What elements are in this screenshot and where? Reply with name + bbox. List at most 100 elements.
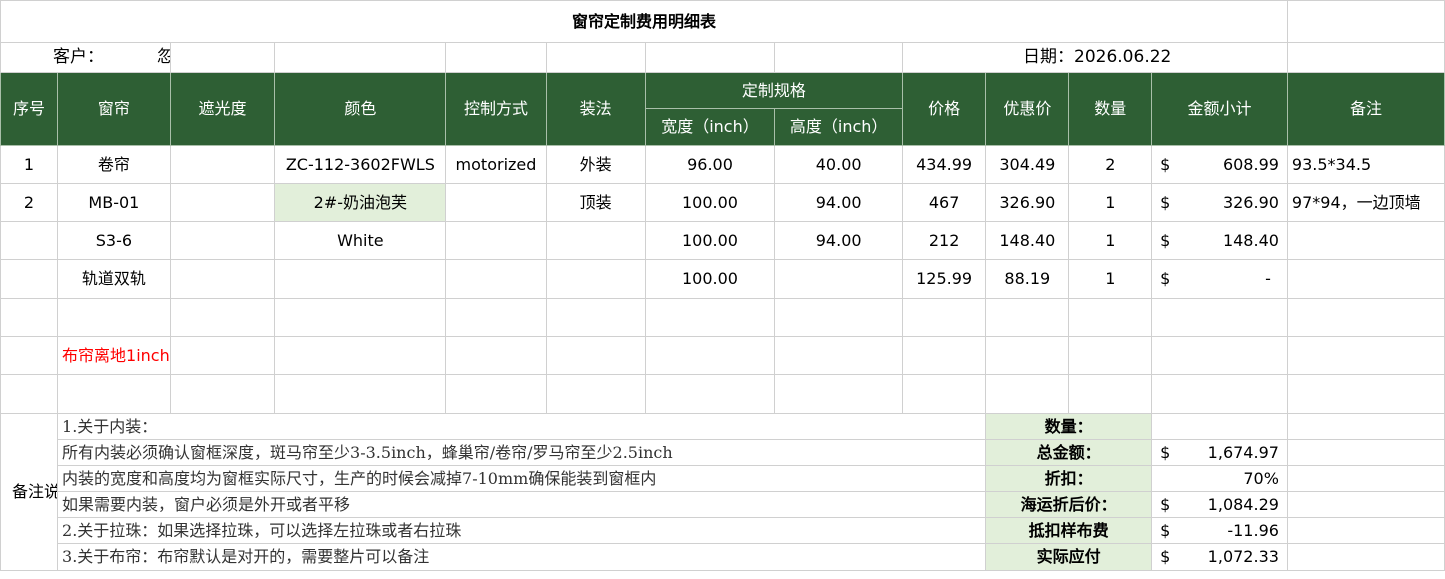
cell[interactable] bbox=[274, 298, 447, 337]
cell[interactable] bbox=[169, 42, 276, 73]
row-qty[interactable]: 1 bbox=[1068, 221, 1153, 260]
row-subtotal[interactable]: $148.40 bbox=[1151, 221, 1288, 260]
cell[interactable] bbox=[1151, 336, 1288, 375]
row-shading[interactable] bbox=[169, 221, 276, 260]
cell[interactable] bbox=[545, 336, 646, 375]
cell[interactable] bbox=[0, 374, 59, 414]
row-color[interactable]: ZC-112-3602FWLS bbox=[274, 145, 447, 184]
row-control[interactable]: motorized bbox=[445, 145, 547, 184]
cell[interactable] bbox=[902, 298, 987, 337]
row-discount-price[interactable]: 304.49 bbox=[985, 145, 1070, 184]
row-curtain[interactable]: S3-6 bbox=[57, 221, 171, 260]
header-discount-price[interactable]: 优惠价 bbox=[985, 72, 1070, 146]
row-seq[interactable]: 1 bbox=[0, 145, 59, 184]
row-shading[interactable] bbox=[169, 145, 276, 184]
row-subtotal[interactable]: $ - bbox=[1151, 259, 1288, 299]
cell[interactable] bbox=[1068, 336, 1153, 375]
cell[interactable] bbox=[545, 374, 646, 414]
cell[interactable] bbox=[1286, 336, 1445, 375]
row-remark[interactable] bbox=[1286, 259, 1445, 299]
summary-label-shipping-discounted[interactable]: 海运折后价： bbox=[985, 491, 1153, 518]
row-seq[interactable] bbox=[0, 259, 59, 299]
row-width[interactable]: 96.00 bbox=[644, 145, 776, 184]
cell[interactable] bbox=[0, 336, 59, 375]
header-shading[interactable]: 遮光度 bbox=[169, 72, 276, 146]
cell[interactable] bbox=[1068, 374, 1153, 414]
cell[interactable] bbox=[169, 298, 276, 337]
summary-label-total[interactable]: 总金额： bbox=[985, 439, 1153, 466]
header-price[interactable]: 价格 bbox=[902, 72, 987, 146]
cell[interactable] bbox=[169, 336, 276, 375]
row-remark[interactable] bbox=[1286, 221, 1445, 260]
cell[interactable] bbox=[1068, 298, 1153, 337]
cell[interactable] bbox=[545, 298, 646, 337]
row-color[interactable]: White bbox=[274, 221, 447, 260]
cell[interactable] bbox=[1151, 298, 1288, 337]
cell[interactable] bbox=[902, 374, 987, 414]
header-curtain[interactable]: 窗帘 bbox=[57, 72, 171, 146]
header-seq[interactable]: 序号 bbox=[0, 72, 59, 146]
cell[interactable] bbox=[57, 374, 171, 414]
header-qty[interactable]: 数量 bbox=[1068, 72, 1153, 146]
cell[interactable] bbox=[274, 374, 447, 414]
row-seq[interactable] bbox=[0, 221, 59, 260]
row-discount-price[interactable]: 88.19 bbox=[985, 259, 1070, 299]
cell[interactable] bbox=[0, 298, 59, 337]
row-install[interactable] bbox=[545, 221, 646, 260]
row-remark[interactable]: 97*94，一边顶墙 bbox=[1286, 183, 1445, 222]
cell[interactable] bbox=[274, 42, 447, 73]
cell[interactable] bbox=[1286, 439, 1445, 466]
row-shading[interactable] bbox=[169, 183, 276, 222]
cell[interactable] bbox=[985, 336, 1070, 375]
cell[interactable] bbox=[774, 374, 904, 414]
cell[interactable] bbox=[1286, 413, 1445, 440]
summary-value-sample-deduction[interactable]: $ -11.96 bbox=[1151, 517, 1288, 544]
cell[interactable] bbox=[774, 298, 904, 337]
row-height[interactable] bbox=[774, 259, 904, 299]
summary-value-amount-due[interactable]: $1,072.33 bbox=[1151, 543, 1288, 571]
note-line[interactable]: 3.关于布帘：布帘默认是对开的，需要整片可以备注 bbox=[57, 543, 987, 571]
cell[interactable] bbox=[445, 298, 547, 337]
note-line[interactable]: 如果需要内装，窗户必须是外开或者平移 bbox=[57, 491, 987, 518]
summary-value-total[interactable]: $1,674.97 bbox=[1151, 439, 1288, 466]
row-subtotal[interactable]: $326.90 bbox=[1151, 183, 1288, 222]
cell[interactable] bbox=[57, 298, 171, 337]
cell[interactable] bbox=[902, 336, 987, 375]
header-control[interactable]: 控制方式 bbox=[445, 72, 547, 146]
row-install[interactable]: 顶装 bbox=[545, 183, 646, 222]
row-install[interactable] bbox=[545, 259, 646, 299]
cell[interactable] bbox=[1286, 374, 1445, 414]
cell[interactable] bbox=[644, 42, 776, 73]
summary-value-discount[interactable]: 70% bbox=[1151, 465, 1288, 492]
cell[interactable] bbox=[1286, 298, 1445, 337]
row-discount-price[interactable]: 148.40 bbox=[985, 221, 1070, 260]
date-cell[interactable]: 日期：2026.06.22 bbox=[902, 42, 1288, 73]
row-height[interactable]: 94.00 bbox=[774, 183, 904, 222]
header-height[interactable]: 高度（inch） bbox=[774, 108, 904, 146]
row-seq[interactable]: 2 bbox=[0, 183, 59, 222]
row-subtotal[interactable]: $608.99 bbox=[1151, 145, 1288, 184]
row-height[interactable]: 40.00 bbox=[774, 145, 904, 184]
header-install[interactable]: 装法 bbox=[545, 72, 646, 146]
customer-cell[interactable]: 客户： 忽忽 bbox=[0, 42, 171, 73]
cell[interactable] bbox=[445, 42, 547, 73]
note-line[interactable]: 2.关于拉珠：如果选择拉珠，可以选择左拉珠或者右拉珠 bbox=[57, 517, 987, 544]
row-price[interactable]: 467 bbox=[902, 183, 987, 222]
cell[interactable] bbox=[644, 298, 776, 337]
note-line[interactable]: 1.关于内装： bbox=[57, 413, 987, 440]
cell[interactable] bbox=[774, 42, 904, 73]
cell[interactable] bbox=[644, 336, 776, 375]
header-color[interactable]: 颜色 bbox=[274, 72, 447, 146]
row-price[interactable]: 212 bbox=[902, 221, 987, 260]
row-curtain[interactable]: 轨道双轨 bbox=[57, 259, 171, 299]
cell[interactable] bbox=[1286, 491, 1445, 518]
row-price[interactable]: 125.99 bbox=[902, 259, 987, 299]
cell[interactable] bbox=[1286, 0, 1445, 43]
row-discount-price[interactable]: 326.90 bbox=[985, 183, 1070, 222]
note-line[interactable]: 所有内装必须确认窗框深度，斑马帘至少3-3.5inch，蜂巢帘/卷帘/罗马帘至少… bbox=[57, 439, 987, 466]
summary-label-sample-deduction[interactable]: 抵扣样布费 bbox=[985, 517, 1153, 544]
summary-value-qty[interactable] bbox=[1151, 413, 1288, 440]
row-remark[interactable]: 93.5*34.5 bbox=[1286, 145, 1445, 184]
row-qty[interactable]: 1 bbox=[1068, 259, 1153, 299]
row-shading[interactable] bbox=[169, 259, 276, 299]
